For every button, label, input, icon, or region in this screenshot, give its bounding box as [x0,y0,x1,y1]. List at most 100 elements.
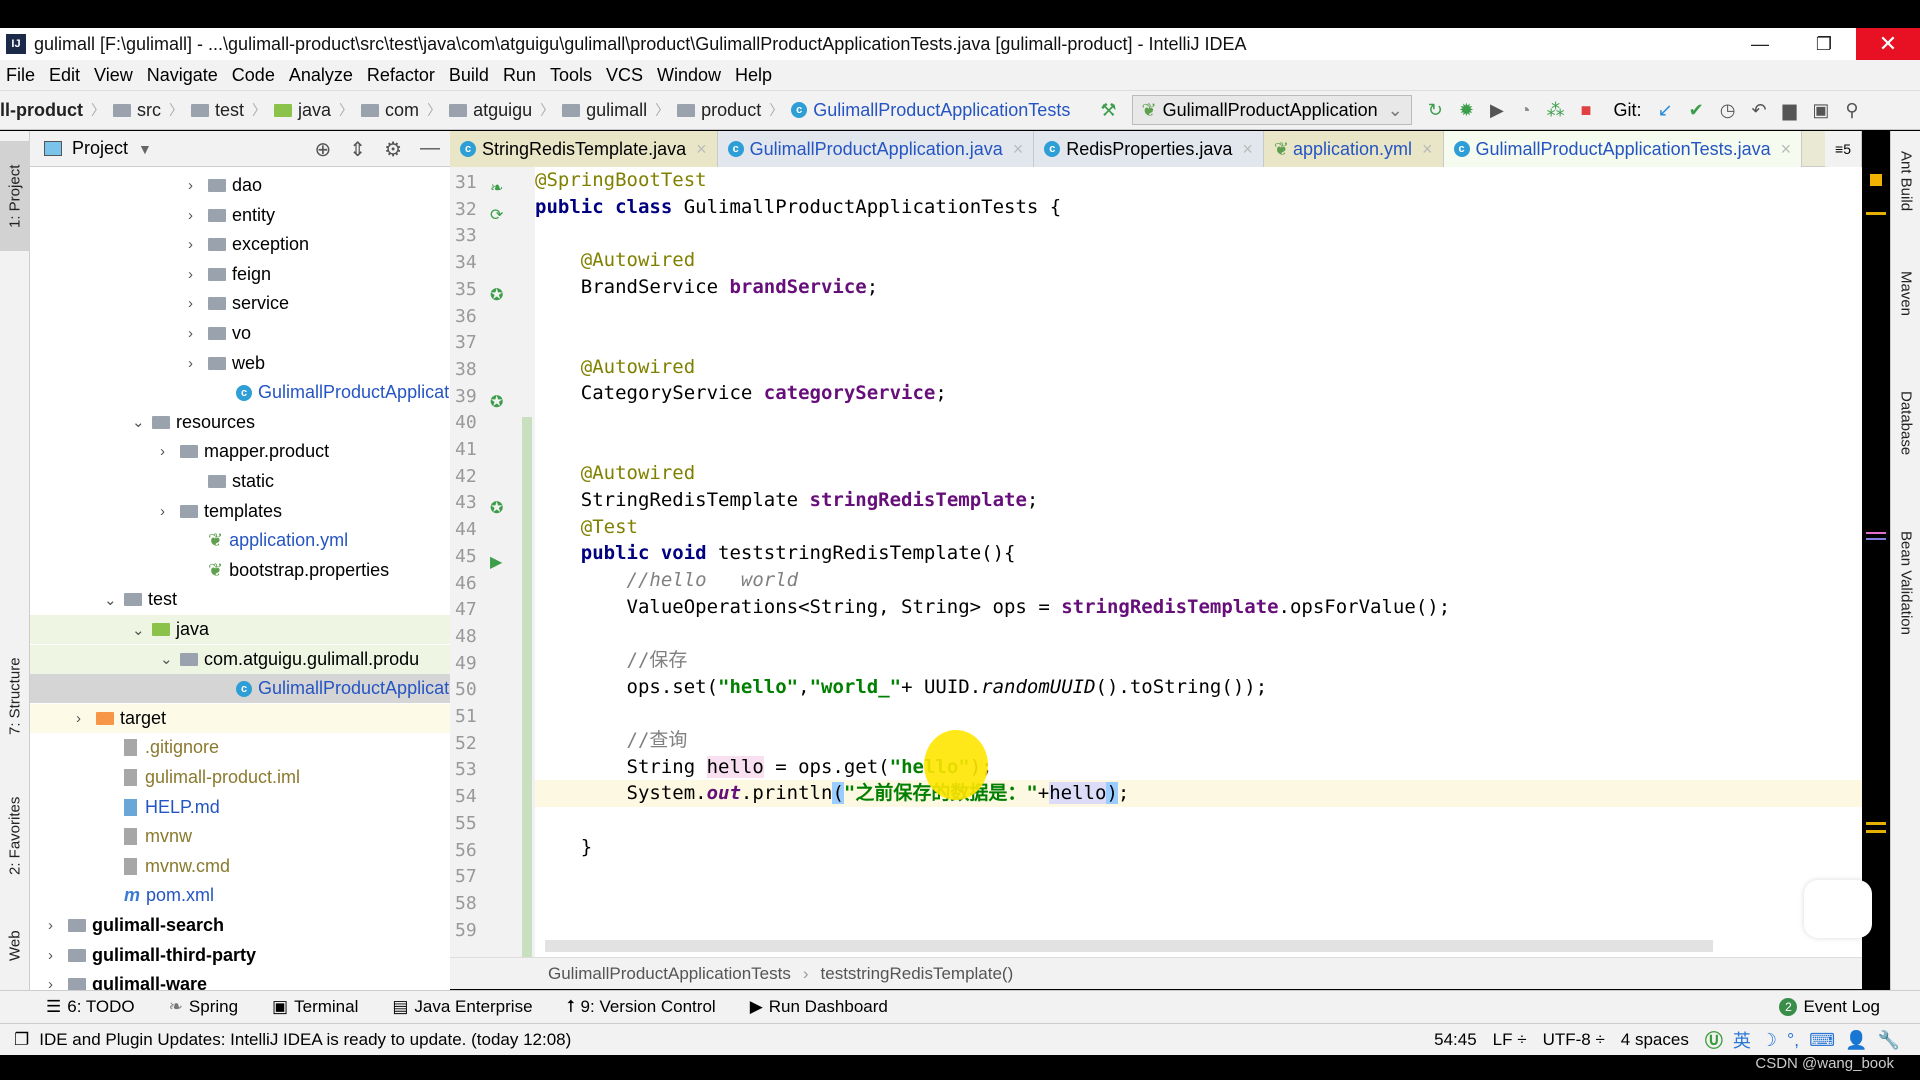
git-update-icon[interactable]: ↙ [1658,100,1673,121]
tree-item[interactable]: ⌄ java [30,615,450,644]
tree-item[interactable]: › vo [30,319,450,348]
tool-version-control[interactable]: ⭡ 9: Version Control [567,997,716,1017]
warning-marker[interactable] [1866,212,1886,215]
expand-arrow-icon[interactable]: › [48,976,68,990]
status-message[interactable]: IDE and Plugin Updates: IntelliJ IDEA is… [39,1030,571,1050]
tree-item[interactable]: mvnw.cmd [30,852,450,881]
expand-arrow-icon[interactable]: › [188,266,208,283]
menu-build[interactable]: Build [449,65,489,86]
collapse-arrow-icon[interactable]: ⌄ [132,621,152,639]
run-coverage-icon[interactable]: ▶ [1490,100,1504,121]
crumb-product[interactable]: product [701,100,761,121]
tree-item[interactable]: › target [30,703,450,733]
tab-structure[interactable]: 7: Structure [0,631,30,761]
close-tab-icon[interactable]: × [1242,139,1253,160]
crumb-src[interactable]: src [137,100,161,121]
git-rollback-icon[interactable]: ↶ [1751,100,1766,121]
tab-gulimallproductapplication[interactable]: c GulimallProductApplication.java × [717,131,1035,167]
tab-database[interactable]: Database [1893,391,1919,511]
git-commit-icon[interactable]: ✔ [1689,100,1704,121]
menu-analyze[interactable]: Analyze [289,65,353,86]
tree-item[interactable]: ⌄ com.atguigu.gulimall.produ [30,644,450,674]
ime-settings-icon[interactable]: 🔧 [1878,1030,1900,1051]
expand-arrow-icon[interactable]: › [188,207,208,224]
horizontal-scrollbar[interactable] [545,940,1713,952]
ime-punct-icon[interactable]: °, [1787,1030,1799,1051]
expand-arrow-icon[interactable]: › [76,710,96,727]
breadcrumb-class[interactable]: GulimallProductApplicationTests [548,964,791,984]
tab-favorites[interactable]: 2: Favorites [0,771,30,901]
breadcrumb-method[interactable]: teststringRedisTemplate() [821,964,1014,984]
menu-run[interactable]: Run [503,65,536,86]
expand-arrow-icon[interactable]: › [160,503,180,520]
attach-debugger-icon[interactable]: ⁂ [1547,100,1565,121]
git-history-icon[interactable]: ◷ [1720,100,1736,121]
tree-item[interactable]: c GulimallProductApplicat [30,378,450,407]
crumb-atguigu[interactable]: atguigu [473,100,532,121]
tree-item[interactable]: › web [30,349,450,378]
crumb-test[interactable]: test [215,100,244,121]
menu-code[interactable]: Code [232,65,275,86]
menu-tools[interactable]: Tools [550,65,592,86]
expand-arrow-icon[interactable]: › [48,947,68,964]
tree-item[interactable]: › templates [30,497,450,526]
crumb-gulimall[interactable]: gulimall [586,100,647,121]
tab-ant-build[interactable]: Ant Build [1893,151,1919,261]
run-test-class-icon[interactable]: ⟳ [490,205,508,224]
debug-bug-icon[interactable]: ✹ [1459,100,1474,121]
crumb-java[interactable]: java [298,100,331,121]
expand-arrow-icon[interactable]: › [188,325,208,342]
autowired-bean-icon[interactable]: ✪ [490,285,508,304]
dropdown-arrow-icon[interactable]: ▼ [138,141,152,157]
file-encoding[interactable]: UTF-8 ÷ [1543,1030,1605,1050]
tab-gulimallproductapplicationtests[interactable]: c GulimallProductApplicationTests.java × [1443,131,1803,167]
tool-spring[interactable]: ❧ Spring [169,997,238,1017]
run-anything-icon[interactable]: ▣ [1812,100,1829,121]
notification-icon[interactable]: ❐ [14,1030,29,1050]
menu-edit[interactable]: Edit [49,65,80,86]
collapse-arrow-icon[interactable]: ⌄ [104,591,124,609]
code-editor[interactable]: @SpringBootTest public class GulimallPro… [535,167,1862,957]
warning-marker[interactable] [1866,822,1886,825]
minimize-button[interactable]: — [1728,28,1792,60]
tree-item[interactable]: ❦ bootstrap.properties [30,556,450,585]
ime-keyboard-icon[interactable]: ⌨ [1809,1030,1835,1051]
menu-view[interactable]: View [94,65,133,86]
run-test-icon[interactable]: ▶ [490,552,508,571]
tool-run-dashboard[interactable]: ▶ Run Dashboard [750,997,888,1017]
tab-overflow-button[interactable]: ≡5 [1825,131,1862,167]
ime-moon-icon[interactable]: ☽ [1761,1030,1777,1051]
menu-refactor[interactable]: Refactor [367,65,435,86]
tool-event-log[interactable]: 2 Event Log [1779,997,1880,1017]
menu-help[interactable]: Help [735,65,772,86]
tree-item[interactable]: › service [30,289,450,318]
usage-marker[interactable] [1866,532,1886,534]
profile-icon[interactable]: ◔ [1520,100,1531,121]
run-config-select[interactable]: ❦ GulimallProductApplication ⌄ [1132,95,1412,125]
tree-item[interactable]: › gulimall-third-party [30,941,450,970]
menu-vcs[interactable]: VCS [606,65,643,86]
tab-bean-validation[interactable]: Bean Validation [1893,531,1919,711]
tree-item[interactable]: › entity [30,201,450,230]
autowired-bean-icon[interactable]: ✪ [490,392,508,411]
project-view-select[interactable]: Project [72,138,128,159]
tree-item[interactable]: static [30,467,450,496]
search-icon[interactable]: ⚲ [1845,100,1858,121]
expand-arrow-icon[interactable]: › [160,443,180,460]
collapse-arrow-icon[interactable]: ⌄ [160,650,180,668]
tree-item[interactable]: .gitignore [30,733,450,762]
tool-todo[interactable]: ☰ 6: TODO [46,997,135,1017]
tab-redisproperties[interactable]: c RedisProperties.java × [1034,131,1264,167]
close-button[interactable]: ✕ [1856,28,1920,60]
menu-window[interactable]: Window [657,65,721,86]
rerun-icon[interactable]: ↻ [1428,100,1443,121]
tree-item[interactable]: ⌄ resources [30,408,450,437]
tab-stringredistemplate[interactable]: c StringRedisTemplate.java × [450,131,718,167]
inspection-status-icon[interactable] [1870,174,1882,186]
tab-web[interactable]: Web [0,911,30,981]
tree-item[interactable]: › mapper.product [30,437,450,466]
tree-item[interactable]: › feign [30,260,450,289]
tree-item[interactable]: › gulimall-ware [30,970,450,990]
crumb-com[interactable]: com [385,100,419,121]
ime-logo-icon[interactable]: Ⓤ [1705,1027,1723,1053]
